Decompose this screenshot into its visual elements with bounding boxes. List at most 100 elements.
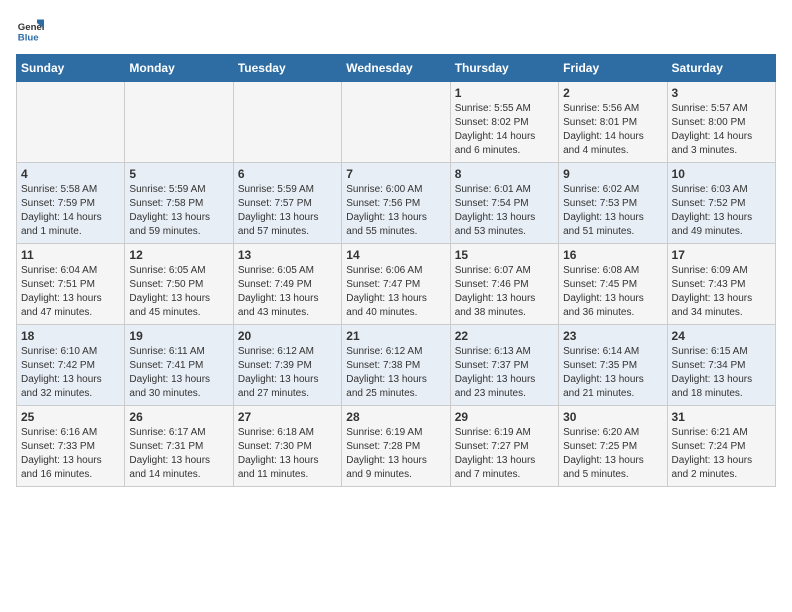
day-number: 22 [455,329,554,343]
week-row-3: 18 Sunrise: 6:10 AM Sunset: 7:42 PM Dayli… [17,325,776,406]
week-row-4: 25 Sunrise: 6:16 AM Sunset: 7:33 PM Dayli… [17,406,776,487]
day-info: Sunrise: 6:19 AM Sunset: 7:28 PM Dayligh… [346,426,445,482]
day-number: 16 [563,248,662,262]
day-cell: 8 Sunrise: 6:01 AM Sunset: 7:54 PM Daylig… [450,163,558,244]
day-cell: 31Sunrise: 6:21 AM Sunset: 7:24 PM Dayli… [667,406,775,487]
day-info: Sunrise: 6:17 AM Sunset: 7:31 PM Dayligh… [129,426,228,482]
day-cell: 3 Sunrise: 5:57 AM Sunset: 8:00 PM Daylig… [667,82,775,163]
day-cell: 15 Sunrise: 6:07 AM Sunset: 7:46 PM Dayli… [450,244,558,325]
day-info: Sunrise: 6:08 AM Sunset: 7:45 PM Dayligh… [563,264,662,320]
day-number: 21 [346,329,445,343]
day-info: Sunrise: 6:05 AM Sunset: 7:50 PM Dayligh… [129,264,228,320]
day-cell: 22Sunrise: 6:13 AM Sunset: 7:37 PM Dayli… [450,325,558,406]
col-header-monday: Monday [125,55,233,82]
day-cell: 2 Sunrise: 5:56 AM Sunset: 8:01 PM Daylig… [559,82,667,163]
day-cell: 21 Sunrise: 6:12 AM Sunset: 7:38 PM Dayli… [342,325,450,406]
day-cell: 23 Sunrise: 6:14 AM Sunset: 7:35 PM Dayli… [559,325,667,406]
day-info: Sunrise: 5:57 AM Sunset: 8:00 PM Dayligh… [672,102,771,158]
day-info: Sunrise: 6:15 AM Sunset: 7:34 PM Dayligh… [672,345,771,401]
day-cell: 25 Sunrise: 6:16 AM Sunset: 7:33 PM Dayli… [17,406,125,487]
col-header-thursday: Thursday [450,55,558,82]
logo: General Blue [16,16,44,44]
day-info: Sunrise: 6:04 AM Sunset: 7:51 PM Dayligh… [21,264,120,320]
day-number: 9 [563,167,662,181]
day-number: 5 [129,167,228,181]
week-row-0: 1 Sunrise: 5:55 AM Sunset: 8:02 PM Daylig… [17,82,776,163]
day-cell: 9 Sunrise: 6:02 AM Sunset: 7:53 PM Daylig… [559,163,667,244]
day-cell: 24 Sunrise: 6:15 AM Sunset: 7:34 PM Dayli… [667,325,775,406]
day-info: Sunrise: 6:06 AM Sunset: 7:47 PM Dayligh… [346,264,445,320]
day-info: Sunrise: 5:58 AM Sunset: 7:59 PM Dayligh… [21,183,120,239]
day-info: Sunrise: 6:21 AM Sunset: 7:24 PM Dayligh… [672,426,771,482]
day-cell: 18 Sunrise: 6:10 AM Sunset: 7:42 PM Dayli… [17,325,125,406]
day-cell [233,82,341,163]
day-number: 10 [672,167,771,181]
day-number: 7 [346,167,445,181]
day-info: Sunrise: 6:14 AM Sunset: 7:35 PM Dayligh… [563,345,662,401]
day-info: Sunrise: 5:59 AM Sunset: 7:58 PM Dayligh… [129,183,228,239]
day-info: Sunrise: 6:10 AM Sunset: 7:42 PM Dayligh… [21,345,120,401]
day-info: Sunrise: 6:01 AM Sunset: 7:54 PM Dayligh… [455,183,554,239]
day-cell [125,82,233,163]
day-number: 4 [21,167,120,181]
day-info: Sunrise: 6:07 AM Sunset: 7:46 PM Dayligh… [455,264,554,320]
calendar-body: 1 Sunrise: 5:55 AM Sunset: 8:02 PM Daylig… [17,82,776,487]
day-number: 8 [455,167,554,181]
day-number: 20 [238,329,337,343]
day-cell: 4 Sunrise: 5:58 AM Sunset: 7:59 PM Daylig… [17,163,125,244]
day-info: Sunrise: 6:00 AM Sunset: 7:56 PM Dayligh… [346,183,445,239]
day-number: 2 [563,86,662,100]
day-info: Sunrise: 5:59 AM Sunset: 7:57 PM Dayligh… [238,183,337,239]
day-cell: 5 Sunrise: 5:59 AM Sunset: 7:58 PM Daylig… [125,163,233,244]
day-info: Sunrise: 6:12 AM Sunset: 7:38 PM Dayligh… [346,345,445,401]
col-header-sunday: Sunday [17,55,125,82]
day-cell [17,82,125,163]
day-number: 11 [21,248,120,262]
day-info: Sunrise: 6:18 AM Sunset: 7:30 PM Dayligh… [238,426,337,482]
day-cell: 30 Sunrise: 6:20 AM Sunset: 7:25 PM Dayli… [559,406,667,487]
day-cell: 26 Sunrise: 6:17 AM Sunset: 7:31 PM Dayli… [125,406,233,487]
day-info: Sunrise: 6:16 AM Sunset: 7:33 PM Dayligh… [21,426,120,482]
calendar: SundayMondayTuesdayWednesdayThursdayFrid… [16,54,776,487]
header: General Blue [16,16,776,44]
day-cell: 29Sunrise: 6:19 AM Sunset: 7:27 PM Dayli… [450,406,558,487]
day-cell: 16 Sunrise: 6:08 AM Sunset: 7:45 PM Dayli… [559,244,667,325]
day-number: 28 [346,410,445,424]
logo-icon: General Blue [16,16,44,44]
day-cell: 19Sunrise: 6:11 AM Sunset: 7:41 PM Dayli… [125,325,233,406]
day-cell: 12 Sunrise: 6:05 AM Sunset: 7:50 PM Dayli… [125,244,233,325]
day-number: 17 [672,248,771,262]
col-header-saturday: Saturday [667,55,775,82]
day-number: 30 [563,410,662,424]
day-info: Sunrise: 6:09 AM Sunset: 7:43 PM Dayligh… [672,264,771,320]
day-number: 19 [129,329,228,343]
day-number: 27 [238,410,337,424]
day-number: 15 [455,248,554,262]
day-cell: 14 Sunrise: 6:06 AM Sunset: 7:47 PM Dayli… [342,244,450,325]
day-info: Sunrise: 6:12 AM Sunset: 7:39 PM Dayligh… [238,345,337,401]
day-info: Sunrise: 5:56 AM Sunset: 8:01 PM Dayligh… [563,102,662,158]
col-header-tuesday: Tuesday [233,55,341,82]
day-cell: 10 Sunrise: 6:03 AM Sunset: 7:52 PM Dayli… [667,163,775,244]
col-header-friday: Friday [559,55,667,82]
day-info: Sunrise: 6:02 AM Sunset: 7:53 PM Dayligh… [563,183,662,239]
day-number: 24 [672,329,771,343]
day-number: 23 [563,329,662,343]
header-row: SundayMondayTuesdayWednesdayThursdayFrid… [17,55,776,82]
day-number: 12 [129,248,228,262]
day-info: Sunrise: 6:03 AM Sunset: 7:52 PM Dayligh… [672,183,771,239]
day-cell [342,82,450,163]
day-number: 1 [455,86,554,100]
day-cell: 17 Sunrise: 6:09 AM Sunset: 7:43 PM Dayli… [667,244,775,325]
day-info: Sunrise: 6:19 AM Sunset: 7:27 PM Dayligh… [455,426,554,482]
day-number: 18 [21,329,120,343]
day-cell: 1 Sunrise: 5:55 AM Sunset: 8:02 PM Daylig… [450,82,558,163]
day-info: Sunrise: 6:20 AM Sunset: 7:25 PM Dayligh… [563,426,662,482]
calendar-header: SundayMondayTuesdayWednesdayThursdayFrid… [17,55,776,82]
day-number: 14 [346,248,445,262]
day-number: 26 [129,410,228,424]
day-info: Sunrise: 5:55 AM Sunset: 8:02 PM Dayligh… [455,102,554,158]
day-cell: 7 Sunrise: 6:00 AM Sunset: 7:56 PM Daylig… [342,163,450,244]
day-number: 25 [21,410,120,424]
day-number: 3 [672,86,771,100]
